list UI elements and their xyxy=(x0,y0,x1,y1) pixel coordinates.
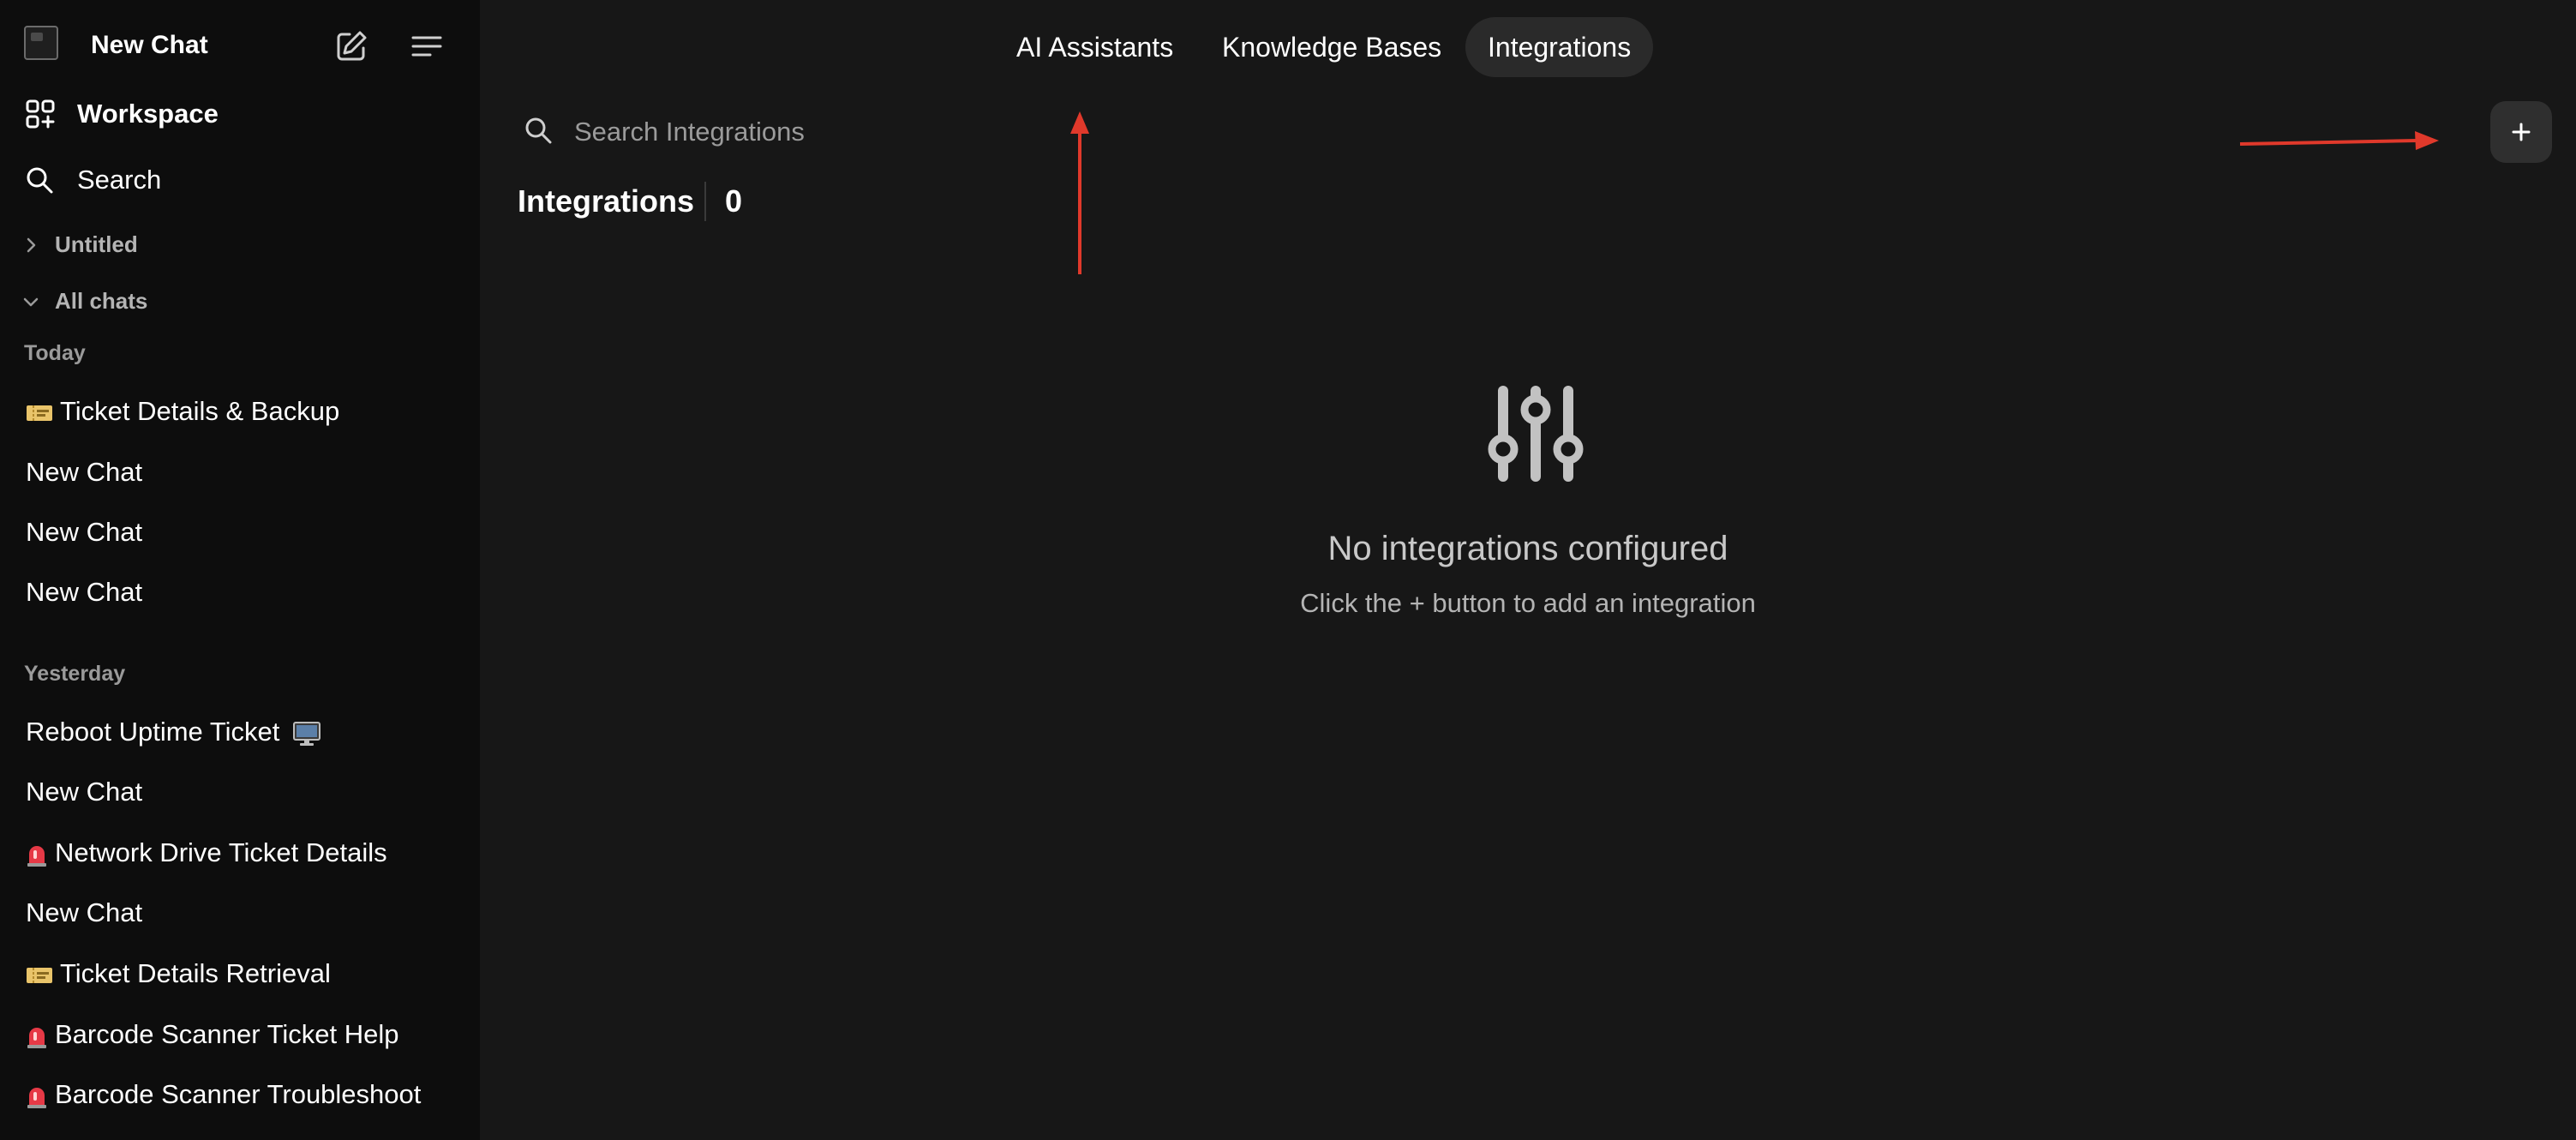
chat-item[interactable]: Barcode Scanner Ticket Help xyxy=(26,1019,437,1050)
folder-label: All chats xyxy=(55,288,148,314)
chat-item[interactable]: Ticket Details Retrieval xyxy=(26,958,437,989)
workspace-label: Workspace xyxy=(77,99,219,129)
app-logo[interactable] xyxy=(24,26,58,60)
group-label-yesterday: Yesterday xyxy=(24,662,126,686)
search-integrations-input[interactable] xyxy=(572,110,1347,154)
sidebar-header: New Chat xyxy=(0,0,480,94)
chat-title: Ticket Details Retrieval xyxy=(60,958,331,988)
chat-item[interactable]: New Chat xyxy=(26,897,437,928)
chevron-right-icon xyxy=(27,237,36,252)
chat-title: Barcode Scanner Troubleshoot xyxy=(55,1079,422,1109)
sliders-icon xyxy=(1488,386,1584,482)
add-integration-button[interactable] xyxy=(2490,101,2552,163)
chat-item[interactable]: New Chat xyxy=(26,517,437,548)
empty-state-title: No integrations configured xyxy=(1327,530,1728,567)
chat-title: New Chat xyxy=(26,517,143,547)
section-title: Integrations xyxy=(518,183,695,219)
chat-title: Network Drive Ticket Details xyxy=(55,837,387,867)
sidebar-menu-icon[interactable] xyxy=(410,29,444,63)
chat-item[interactable]: Ticket Details & Backup xyxy=(26,396,437,427)
chat-title: Reboot Uptime Ticket xyxy=(26,717,280,747)
tab-ai-assistants[interactable]: AI Assistants xyxy=(994,17,1195,77)
folder-untitled[interactable]: Untitled xyxy=(21,231,138,258)
folder-label: Untitled xyxy=(55,231,138,257)
chat-title: New Chat xyxy=(26,457,143,487)
tab-knowledge-bases[interactable]: Knowledge Bases xyxy=(1200,17,1464,77)
new-chat-edit-icon[interactable] xyxy=(334,29,368,63)
sidebar-item-search[interactable]: Search xyxy=(24,165,161,195)
empty-state-subtitle: Click the + button to add an integration xyxy=(1300,588,1756,618)
sidebar: New Chat Workspace Search Untitled All c… xyxy=(0,0,480,1140)
chat-title: Ticket Details & Backup xyxy=(60,396,340,426)
siren-emoji-icon xyxy=(27,1087,46,1108)
section-divider xyxy=(704,182,706,221)
monitor-emoji-icon xyxy=(292,721,321,746)
integrations-count: 0 xyxy=(725,183,743,219)
annotation-arrow-right xyxy=(2239,131,2439,150)
plus-icon xyxy=(2512,123,2531,141)
chat-title: Barcode Scanner Ticket Help xyxy=(55,1019,399,1049)
ticket-emoji-icon xyxy=(27,967,52,983)
chevron-down-icon xyxy=(23,297,39,306)
chat-item[interactable]: Network Drive Ticket Details xyxy=(26,837,437,868)
main-content: AI Assistants Knowledge Bases Integratio… xyxy=(480,0,2576,1140)
search-icon xyxy=(27,167,53,194)
search-icon xyxy=(525,117,552,144)
siren-emoji-icon xyxy=(27,845,46,867)
chat-item[interactable]: New Chat xyxy=(26,577,437,608)
chat-item[interactable]: Barcode Scanner Troubleshoot xyxy=(26,1079,437,1110)
chat-title: New Chat xyxy=(26,777,143,807)
chat-item[interactable]: New Chat xyxy=(26,457,437,488)
chat-title: New Chat xyxy=(26,897,143,927)
workspace-icon xyxy=(26,99,55,129)
chat-item[interactable]: Reboot Uptime Ticket xyxy=(26,717,437,747)
new-chat-title[interactable]: New Chat xyxy=(91,31,208,60)
app-window: New Chat Workspace Search Untitled All c… xyxy=(0,0,2576,1140)
chat-item[interactable]: New Chat xyxy=(26,777,437,807)
group-label-today: Today xyxy=(24,341,86,365)
folder-all-chats[interactable]: All chats xyxy=(21,288,147,315)
search-label: Search xyxy=(77,165,162,195)
chat-title: New Chat xyxy=(26,577,143,607)
tab-integrations[interactable]: Integrations xyxy=(1465,17,1654,77)
sidebar-item-workspace[interactable]: Workspace xyxy=(24,98,219,130)
ticket-emoji-icon xyxy=(27,405,52,421)
siren-emoji-icon xyxy=(27,1027,46,1048)
